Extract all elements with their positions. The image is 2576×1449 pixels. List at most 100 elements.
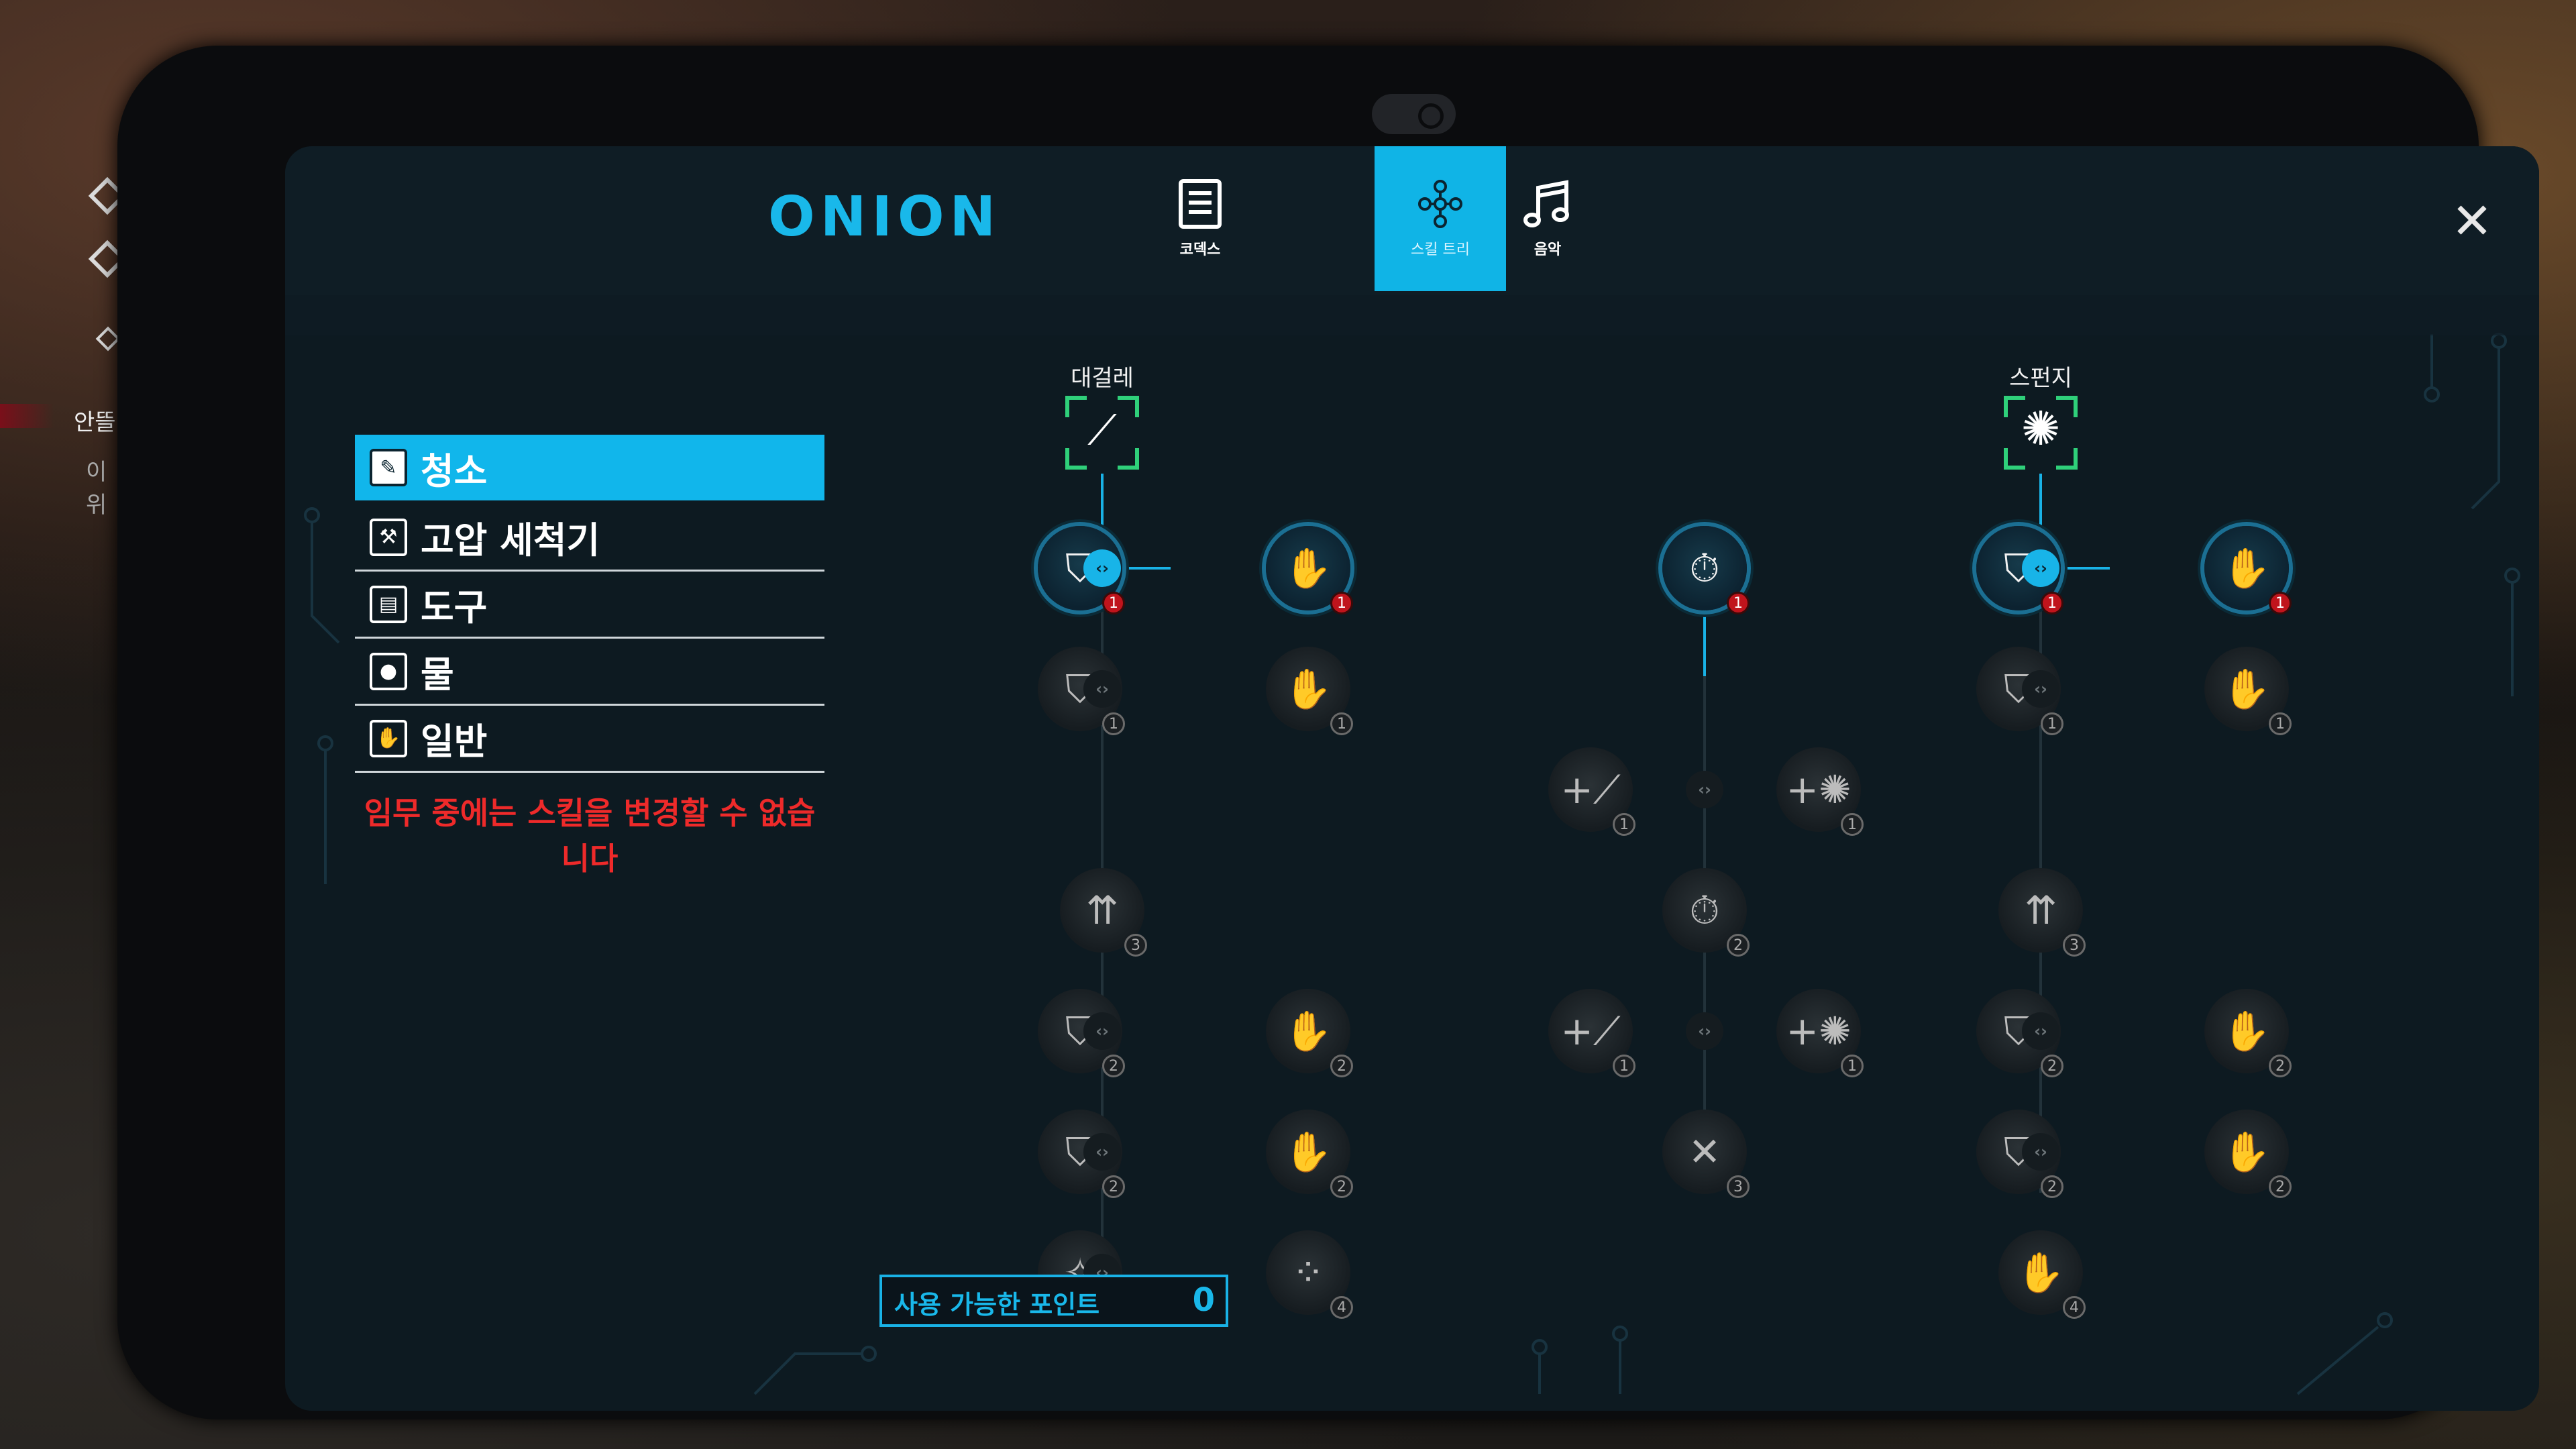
skill-node-glove[interactable]: ✋ 2	[2204, 1110, 2292, 1198]
skill-level: 1	[1330, 712, 1353, 735]
branch-connector[interactable]: ‹›	[1083, 670, 1121, 708]
branch-connector[interactable]: ‹›	[1083, 549, 1121, 587]
tab-label: 코덱스	[1179, 241, 1221, 258]
sponge-icon: ✺	[2021, 401, 2061, 456]
category-general[interactable]: ✋ 일반	[355, 706, 824, 773]
hand-icon: ✋	[370, 719, 407, 757]
skill-level: 1	[1102, 592, 1125, 614]
branch-connector[interactable]: ‹›	[1686, 771, 1723, 808]
skill-level: 1	[1841, 1055, 1864, 1077]
category-label: 도구	[421, 586, 488, 629]
hud-marker	[0, 404, 54, 428]
skill-level: 4	[1330, 1296, 1353, 1319]
cleaning-icon: ✎	[370, 449, 407, 486]
skill-level: 1	[2041, 592, 2063, 614]
category-label: 고압 세척기	[421, 519, 600, 561]
skill-level: 2	[1330, 1055, 1353, 1077]
tab-label: 음악	[1534, 241, 1562, 258]
toolbox-icon: ▤	[370, 585, 407, 623]
hud-diamond-icon	[95, 326, 121, 352]
pressure-washer-icon: ⚒	[370, 518, 407, 556]
branch-connector[interactable]: ‹›	[2022, 1133, 2059, 1171]
category-water[interactable]: ● 물	[355, 639, 824, 706]
skill-node-cross[interactable]: ✕ 3	[1662, 1110, 1750, 1198]
sponge-root: ✺	[2004, 396, 2078, 470]
app-logo: ONION	[768, 185, 1002, 249]
skill-node-glove[interactable]: ✋ 1	[1266, 647, 1353, 735]
skill-level: 1	[1841, 813, 1864, 836]
close-button[interactable]: ✕	[2445, 195, 2499, 248]
skill-level: 2	[2269, 1175, 2292, 1198]
branch-connector[interactable]: ‹›	[2022, 1012, 2059, 1050]
branch-connector[interactable]: ‹›	[1083, 1012, 1121, 1050]
branch-connector[interactable]: ‹›	[2022, 670, 2059, 708]
circuit-decoration	[297, 165, 2520, 1395]
skill-level: 1	[1102, 712, 1125, 735]
skill-level: 3	[1727, 1175, 1750, 1198]
skill-node-mop-upgrade[interactable]: ⇈ 3	[1060, 868, 1147, 957]
skill-level: 2	[2041, 1175, 2063, 1198]
skill-level: 4	[2063, 1296, 2086, 1319]
category-list: ✎ 청소 ⚒ 고압 세척기 ▤ 도구 ● 물 ✋ 일반	[355, 435, 824, 773]
category-label: 물	[421, 653, 454, 696]
music-note-icon	[1523, 180, 1569, 227]
skill-node-glove[interactable]: ✋ 2	[1266, 1110, 1353, 1198]
skill-node-hands[interactable]: ✋ 4	[1998, 1230, 2086, 1319]
points-value: 0	[1192, 1281, 1215, 1319]
category-tools[interactable]: ▤ 도구	[355, 572, 824, 639]
skill-node-add-mop[interactable]: +⟋ 1	[1548, 747, 1635, 836]
mop-icon: ⟋	[1087, 405, 1117, 454]
tree-line	[1703, 609, 1706, 676]
branch-connector[interactable]: ‹›	[1686, 1012, 1723, 1050]
available-points-box: 사용 가능한 포인트 0	[879, 1275, 1228, 1327]
camera-icon	[1372, 94, 1456, 134]
skill-level: 1	[2269, 592, 2292, 614]
skill-node-glove[interactable]: ✋ 2	[1266, 989, 1353, 1077]
skill-node-mop-bubbles[interactable]: ⁘ 4	[1266, 1230, 1353, 1319]
hud-label: 안뜰	[74, 409, 116, 436]
skill-tree-icon	[1418, 180, 1462, 228]
points-label: 사용 가능한 포인트	[894, 1290, 1100, 1320]
skill-node-add-mop[interactable]: +⟋ 1	[1548, 989, 1635, 1077]
skill-level: 3	[2063, 934, 2086, 957]
skill-node-timer[interactable]: ⏱ 2	[1662, 868, 1750, 957]
skill-level: 1	[1613, 1055, 1635, 1077]
document-icon	[1179, 179, 1222, 229]
skill-node-glove[interactable]: ✋ 1	[2204, 647, 2292, 735]
skill-level: 1	[2041, 712, 2063, 735]
skill-level: 1	[1330, 592, 1353, 614]
skill-node-add-sponge[interactable]: +✺ 1	[1776, 989, 1864, 1077]
skill-level: 1	[2269, 712, 2292, 735]
category-label: 일반	[421, 720, 488, 763]
tree-title-mop: 대걸레	[1071, 365, 1134, 392]
skill-level: 3	[1124, 934, 1147, 957]
skill-level: 2	[1102, 1055, 1125, 1077]
skill-node-add-sponge[interactable]: +✺ 1	[1776, 747, 1864, 836]
category-cleaning[interactable]: ✎ 청소	[355, 435, 824, 500]
skill-node-glove[interactable]: ✋ 2	[2204, 989, 2292, 1077]
water-drop-icon: ●	[370, 652, 407, 690]
skill-node-glove[interactable]: ✋ 1	[1266, 526, 1353, 614]
tablet-frame: ONION 코덱스 스킬 트리 음악 ✕ ✎ 청소 ⚒ 고압 세척기 ▤ 도구 …	[117, 46, 2539, 1419]
branch-connector[interactable]: ‹›	[1083, 1133, 1121, 1171]
tree-title-sponge: 스펀지	[2009, 365, 2072, 392]
skill-node-timer[interactable]: ⏱ 1	[1662, 526, 1750, 614]
skill-level: 2	[1330, 1175, 1353, 1198]
skill-level: 2	[1727, 934, 1750, 957]
mop-root: ⟋	[1065, 396, 1139, 470]
skill-level: 2	[2041, 1055, 2063, 1077]
skill-level: 1	[1727, 592, 1750, 614]
tab-codex[interactable]: 코덱스	[1134, 146, 1266, 291]
branch-connector[interactable]: ‹›	[2022, 549, 2059, 587]
warning-text: 임무 중에는 스킬을 변경할 수 없습니다	[364, 795, 816, 877]
skill-node-glove[interactable]: ✋ 1	[2204, 526, 2292, 614]
background-hud: 안뜰 이 위	[0, 154, 127, 519]
tablet-screen: ONION 코덱스 스킬 트리 음악 ✕ ✎ 청소 ⚒ 고압 세척기 ▤ 도구 …	[285, 146, 2539, 1411]
category-label: 청소	[421, 449, 488, 492]
skill-level: 2	[2269, 1055, 2292, 1077]
tab-music[interactable]: 음악	[1482, 146, 1613, 291]
skill-level: 1	[1613, 813, 1635, 836]
skill-node-sponge-upgrade[interactable]: ⇈ 3	[1998, 868, 2086, 957]
category-pressure-washer[interactable]: ⚒ 고압 세척기	[355, 504, 824, 572]
skill-level: 2	[1102, 1175, 1125, 1198]
